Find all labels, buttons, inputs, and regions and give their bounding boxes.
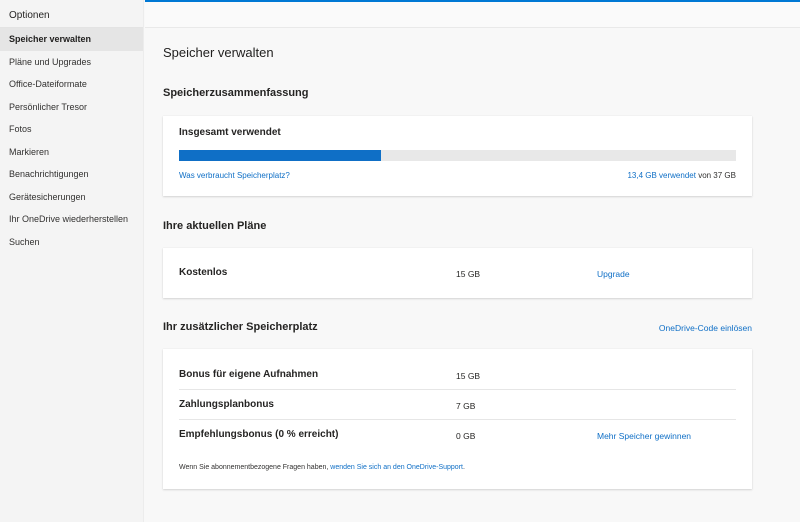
upgrade-link[interactable]: Upgrade [597,269,630,279]
sidebar-item-onedrive-wiederherstellen[interactable]: Ihr OneDrive wiederherstellen [0,208,143,231]
sidebar-item-office-dateiformate[interactable]: Office-Dateiformate [0,73,143,96]
redeem-code-link[interactable]: OneDrive-Code einlösen [659,323,752,333]
plans-heading: Ihre aktuellen Pläne [163,220,267,232]
extra-row-label: Empfehlungsbonus (0 % erreicht) [179,429,339,440]
storage-usage-text: 13,4 GB verwendet von 37 GB [627,171,736,180]
what-uses-space-link[interactable]: Was verbraucht Speicherplatz? [179,171,290,180]
sidebar-item-fotos[interactable]: Fotos [0,118,143,141]
row-divider [179,419,736,420]
support-footer-prefix: Wenn Sie abonnementbezogene Fragen haben… [179,464,329,471]
extra-storage-heading: Ihr zusätzlicher Speicherplatz [163,321,318,333]
extra-storage-card: Bonus für eigene Aufnahmen 15 GB Zahlung… [163,349,752,489]
total-used-label: Insgesamt verwendet [179,127,281,138]
row-divider [179,389,736,390]
used-storage-link[interactable]: 13,4 GB verwendet [627,171,695,180]
earn-more-storage-link[interactable]: Mehr Speicher gewinnen [597,431,691,441]
storage-progress-bar [179,150,736,161]
sidebar-item-geraetesicherungen[interactable]: Gerätesicherungen [0,186,143,209]
support-footer: Wenn Sie abonnementbezogene Fragen haben… [179,464,465,471]
total-storage-text: von 37 GB [698,171,736,180]
sidebar-item-speicher-verwalten[interactable]: Speicher verwalten [0,28,143,51]
sidebar-item-markieren[interactable]: Markieren [0,141,143,164]
extra-row-amount: 15 GB [456,371,481,381]
current-plans-card: Kostenlos 15 GB Upgrade [163,248,752,298]
extra-row-label: Zahlungsplanbonus [179,399,274,410]
extra-row-amount: 0 GB [456,431,476,441]
extra-row-amount: 7 GB [456,401,476,411]
sidebar-item-persoenlicher-tresor[interactable]: Persönlicher Tresor [0,96,143,119]
sidebar-item-benachrichtigungen[interactable]: Benachrichtigungen [0,163,143,186]
sidebar-item-suchen[interactable]: Suchen [0,231,143,254]
extra-row-label: Bonus für eigene Aufnahmen [179,369,319,380]
support-footer-suffix: . [462,464,465,471]
onedrive-support-link[interactable]: wenden Sie sich an den OneDrive-Support [330,464,463,471]
page-title: Speicher verwalten [163,45,274,60]
sidebar: Optionen Speicher verwalten Pläne und Up… [0,0,144,522]
sidebar-title: Optionen [0,0,143,28]
storage-progress-fill [179,150,381,161]
summary-heading: Speicherzusammenfassung [163,87,309,99]
storage-summary-card: Insgesamt verwendet Was verbraucht Speic… [163,116,752,196]
top-bar [145,0,800,28]
plan-name: Kostenlos [179,267,228,278]
plan-size: 15 GB [456,269,481,279]
main-content: Speicher verwalten Speicherzusammenfassu… [145,29,800,522]
sidebar-item-plaene-und-upgrades[interactable]: Pläne und Upgrades [0,51,143,74]
